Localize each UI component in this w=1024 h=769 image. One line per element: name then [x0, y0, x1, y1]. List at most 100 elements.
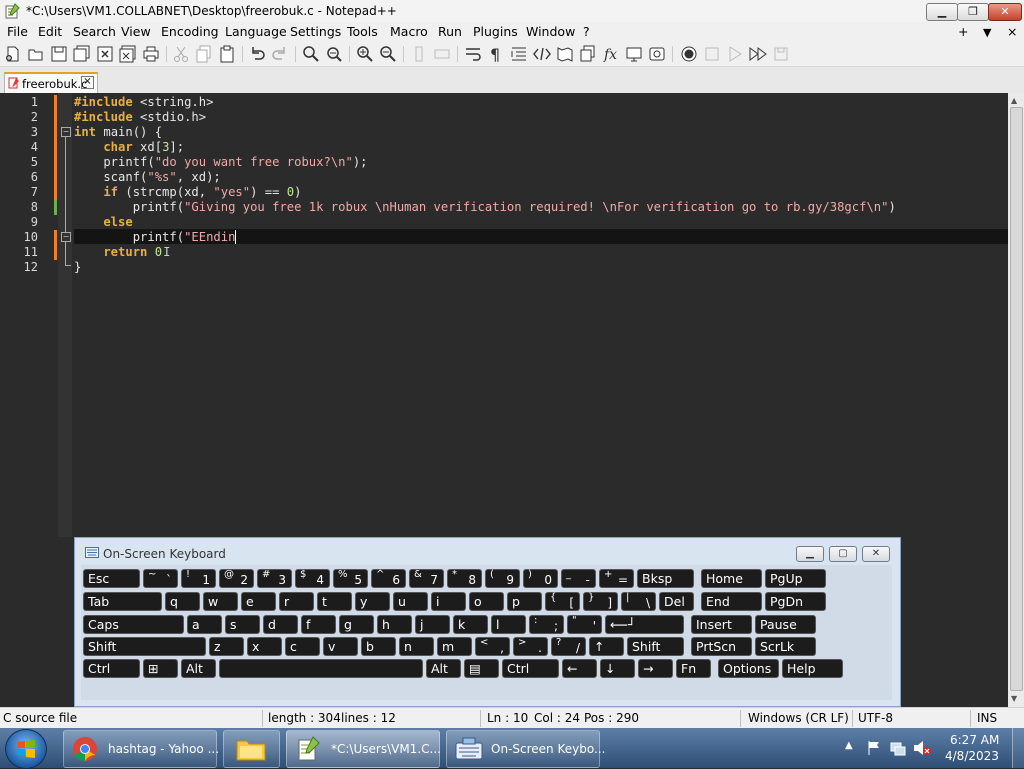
new-file-icon[interactable]: [4, 45, 22, 63]
close-document-icon[interactable]: ×: [1007, 24, 1017, 39]
osk-key-d[interactable]: d: [263, 615, 298, 634]
osk-key-b[interactable]: b: [361, 637, 396, 656]
osk-key-4[interactable]: $4: [295, 569, 330, 588]
osk-key-insert[interactable]: Insert: [691, 615, 752, 634]
sync-vertical-icon[interactable]: [410, 45, 428, 63]
osk-key-symbol[interactable]: ↓: [600, 659, 635, 678]
code-line[interactable]: printf("EEndin: [74, 230, 237, 244]
osk-key-tab[interactable]: Tab: [83, 592, 162, 611]
scroll-thumb[interactable]: [1010, 107, 1023, 691]
code-line[interactable]: printf("do you want free robux?\n");: [74, 155, 367, 169]
taskbar-notepadpp[interactable]: *C:\Users\VM1.C...: [286, 730, 441, 768]
sync-horizontal-icon[interactable]: [433, 45, 451, 63]
document-map-icon[interactable]: [556, 45, 574, 63]
osk-key-9[interactable]: (9: [485, 569, 520, 588]
osk-key-esc[interactable]: Esc: [83, 569, 140, 588]
osk-key-caps[interactable]: Caps: [83, 615, 184, 634]
stop-macro-icon[interactable]: [703, 45, 721, 63]
osk-key-home[interactable]: Home: [701, 569, 762, 588]
monitoring-icon[interactable]: [648, 45, 666, 63]
replace-icon[interactable]: [325, 45, 343, 63]
document-list-icon[interactable]: [579, 45, 597, 63]
osk-key-n[interactable]: n: [399, 637, 434, 656]
osk-key-m[interactable]: m: [437, 637, 472, 656]
osk-key-8[interactable]: * 8: [447, 569, 482, 588]
show-hidden-icons-icon[interactable]: ▲: [845, 740, 853, 751]
osk-key-symbol[interactable]: _ -: [561, 569, 596, 588]
cut-icon[interactable]: [172, 45, 190, 63]
status-eol[interactable]: Windows (CR LF): [748, 711, 849, 725]
osk-key-g[interactable]: g: [339, 615, 374, 634]
menu-language[interactable]: Language: [225, 24, 287, 39]
osk-key-7[interactable]: & 7: [409, 569, 444, 588]
indent-guide-icon[interactable]: [510, 45, 528, 63]
xml-tag-icon[interactable]: [533, 45, 551, 63]
menu-search[interactable]: Search: [73, 24, 116, 39]
osk-key-symbol[interactable]: ⊞: [143, 659, 178, 678]
redo-icon[interactable]: [271, 45, 289, 63]
osk-key-symbol[interactable]: }]: [583, 592, 618, 611]
maximize-button[interactable]: ❐: [957, 3, 989, 21]
start-button[interactable]: [5, 729, 47, 769]
menu-help[interactable]: ?: [583, 24, 590, 39]
fold-minus-icon[interactable]: −: [61, 232, 71, 242]
network-icon[interactable]: [890, 740, 906, 756]
osk-key-u[interactable]: u: [393, 592, 428, 611]
save-icon[interactable]: [50, 45, 68, 63]
code-line[interactable]: else: [74, 215, 132, 229]
osk-key-symbol[interactable]: + =: [599, 569, 634, 588]
vertical-scrollbar[interactable]: ▲ ▼: [1008, 93, 1024, 707]
scroll-down-icon[interactable]: ▼: [1011, 694, 1017, 703]
osk-key-y[interactable]: y: [355, 592, 390, 611]
osk-key-pgdn[interactable]: PgDn: [765, 592, 826, 611]
menu-view[interactable]: View: [121, 24, 151, 39]
osk-key-symbol[interactable]: ←: [562, 659, 597, 678]
new-tab-plus-icon[interactable]: +: [958, 24, 968, 39]
function-list-icon[interactable]: fx: [602, 45, 620, 63]
status-encoding[interactable]: UTF-8: [858, 711, 893, 725]
osk-key-del[interactable]: Del: [659, 592, 694, 611]
osk-key-v[interactable]: v: [323, 637, 358, 656]
osk-key-2[interactable]: @2: [219, 569, 254, 588]
osk-key-symbol[interactable]: | \: [621, 592, 656, 611]
code-editor[interactable]: 1 2 3 4 5 6 7 8 9 10 11 12 − − #include …: [0, 93, 1008, 537]
osk-key-end[interactable]: End: [701, 592, 762, 611]
code-line[interactable]: #include <string.h>: [74, 95, 213, 109]
osk-key-a[interactable]: a: [187, 615, 222, 634]
zoom-in-icon[interactable]: [356, 45, 374, 63]
undo-icon[interactable]: [248, 45, 266, 63]
code-line[interactable]: char xd[3];: [74, 140, 184, 154]
osk-close-button[interactable]: ✕: [862, 546, 890, 562]
osk-key-x[interactable]: x: [247, 637, 282, 656]
osk-key-shift[interactable]: Shift: [627, 637, 684, 656]
osk-key-pause[interactable]: Pause: [755, 615, 816, 634]
osk-key-symbol[interactable]: ▤: [464, 659, 499, 678]
osk-key-ctrl[interactable]: Ctrl: [83, 659, 140, 678]
find-icon[interactable]: [302, 45, 320, 63]
osk-key-symbol[interactable]: →: [638, 659, 673, 678]
osk-key-symbol[interactable]: ↑: [589, 637, 624, 656]
osk-key-k[interactable]: k: [453, 615, 488, 634]
osk-key-help[interactable]: Help: [782, 659, 843, 678]
menu-file[interactable]: File: [7, 24, 28, 39]
osk-key-h[interactable]: h: [377, 615, 412, 634]
osk-key-pgup[interactable]: PgUp: [765, 569, 826, 588]
taskbar-osk[interactable]: On-Screen Keybo...: [446, 730, 605, 768]
menu-edit[interactable]: Edit: [38, 24, 62, 39]
osk-key-alt[interactable]: Alt: [426, 659, 461, 678]
osk-key-o[interactable]: o: [469, 592, 504, 611]
menu-settings[interactable]: Settings: [290, 24, 341, 39]
zoom-out-icon[interactable]: [379, 45, 397, 63]
word-wrap-icon[interactable]: [464, 45, 482, 63]
osk-key-q[interactable]: q: [165, 592, 200, 611]
code-line[interactable]: printf("Giving you free 1k robux \nHuman…: [74, 200, 896, 214]
osk-key-l[interactable]: l: [491, 615, 526, 634]
minimize-button[interactable]: ▁: [926, 3, 958, 21]
taskbar-explorer[interactable]: [223, 730, 280, 768]
folder-workspace-icon[interactable]: [625, 45, 643, 63]
menu-window[interactable]: Window: [526, 24, 575, 39]
osk-key-symbol[interactable]: <,: [475, 637, 510, 656]
volume-muted-icon[interactable]: [913, 740, 931, 756]
menu-encoding[interactable]: Encoding: [161, 24, 219, 39]
osk-key-e[interactable]: e: [241, 592, 276, 611]
